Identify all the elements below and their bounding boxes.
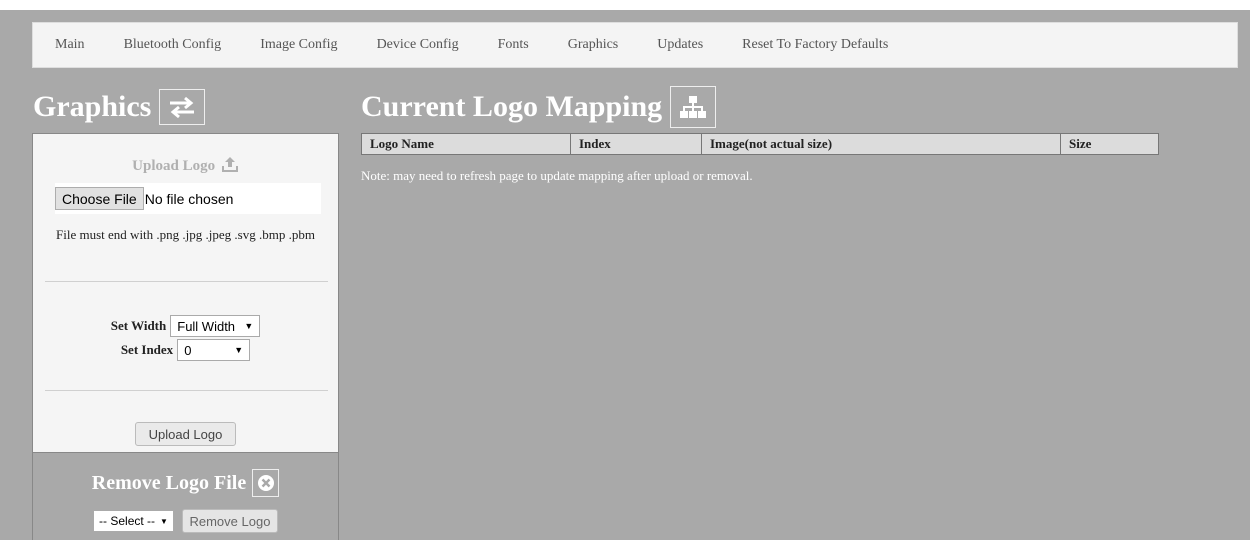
nav-fonts[interactable]: Fonts bbox=[498, 37, 529, 53]
set-width-select[interactable]: Full Width ▼ bbox=[170, 315, 261, 337]
column-logo-name: Logo Name bbox=[361, 133, 571, 155]
nav-main[interactable]: Main bbox=[55, 37, 85, 53]
remove-logo-select[interactable]: -- Select -- ▼ bbox=[93, 510, 174, 532]
mapping-heading: Current Logo Mapping bbox=[361, 86, 717, 128]
remove-logo-title-text: Remove Logo File bbox=[91, 471, 247, 494]
mapping-note: Note: may need to refresh page to update… bbox=[361, 168, 753, 183]
set-index-value: 0 bbox=[184, 342, 192, 358]
nav-reset-factory-defaults[interactable]: Reset To Factory Defaults bbox=[742, 37, 888, 53]
close-circle-icon[interactable] bbox=[252, 469, 280, 497]
remove-logo-title: Remove Logo File bbox=[33, 469, 338, 497]
choose-file-button[interactable]: Choose File bbox=[55, 187, 144, 210]
set-width-row: Set Width Full Width ▼ bbox=[33, 315, 338, 337]
nav-updates[interactable]: Updates bbox=[657, 37, 703, 53]
divider bbox=[45, 281, 328, 282]
nav-device-config[interactable]: Device Config bbox=[377, 37, 459, 53]
top-strip bbox=[0, 0, 1250, 10]
main-nav: Main Bluetooth Config Image Config Devic… bbox=[32, 22, 1238, 68]
column-index: Index bbox=[570, 133, 702, 155]
set-index-row: Set Index 0 ▼ bbox=[33, 339, 338, 361]
file-status-text: No file chosen bbox=[144, 190, 234, 207]
divider bbox=[45, 390, 328, 391]
remove-controls: -- Select -- ▼ Remove Logo bbox=[33, 509, 338, 533]
upload-logo-title: Upload Logo bbox=[33, 155, 338, 175]
chevron-down-icon: ▼ bbox=[160, 516, 168, 526]
set-index-select[interactable]: 0 ▼ bbox=[177, 339, 251, 361]
column-size: Size bbox=[1060, 133, 1159, 155]
sitemap-icon[interactable] bbox=[670, 86, 717, 128]
table-header-row: Logo Name Index Image(not actual size) S… bbox=[361, 133, 1159, 155]
file-type-note: File must end with .png .jpg .jpeg .svg … bbox=[56, 227, 315, 242]
nav-graphics[interactable]: Graphics bbox=[568, 37, 619, 53]
swap-arrows-icon[interactable] bbox=[159, 89, 206, 125]
nav-image-config[interactable]: Image Config bbox=[260, 37, 337, 53]
set-width-label: Set Width bbox=[110, 318, 167, 333]
chevron-down-icon: ▼ bbox=[244, 321, 254, 331]
graphics-title: Graphics bbox=[33, 90, 152, 123]
remove-select-value: -- Select -- bbox=[99, 514, 156, 528]
remove-panel: Remove Logo File -- Select -- ▼ Remove L… bbox=[32, 453, 339, 540]
graphics-heading: Graphics bbox=[33, 86, 206, 128]
remove-logo-button[interactable]: Remove Logo bbox=[181, 509, 278, 533]
set-index-label: Set Index bbox=[120, 342, 174, 357]
upload-panel: Upload Logo Choose File No file chosen F… bbox=[32, 133, 339, 453]
mapping-title: Current Logo Mapping bbox=[361, 90, 663, 123]
column-image: Image(not actual size) bbox=[701, 133, 1061, 155]
set-width-value: Full Width bbox=[177, 318, 236, 334]
upload-logo-title-text: Upload Logo bbox=[132, 158, 216, 174]
chevron-down-icon: ▼ bbox=[234, 345, 244, 355]
upload-logo-button[interactable]: Upload Logo bbox=[135, 422, 236, 446]
logo-mapping-table: Logo Name Index Image(not actual size) S… bbox=[361, 133, 1159, 155]
upload-icon bbox=[221, 155, 239, 173]
nav-bluetooth-config[interactable]: Bluetooth Config bbox=[124, 37, 222, 53]
file-input[interactable]: Choose File No file chosen bbox=[55, 183, 321, 214]
